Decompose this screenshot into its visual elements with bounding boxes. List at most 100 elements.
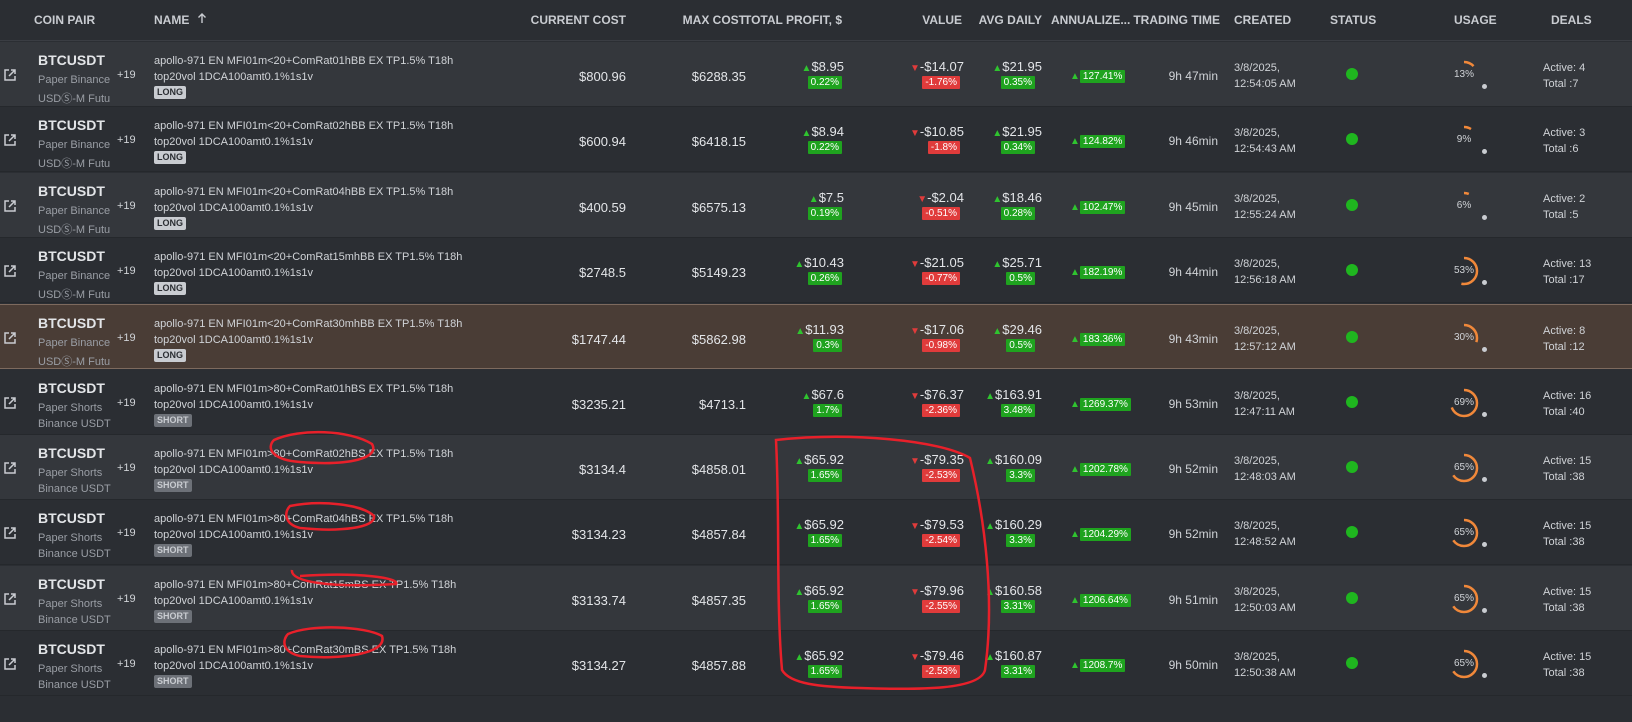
annualized: ▲ 127.41% (1070, 66, 1126, 84)
header-current-cost[interactable]: CURRENT COST (531, 13, 626, 27)
profit-amount: $11.93 (805, 322, 844, 337)
current-cost: $800.96 (579, 69, 626, 84)
bot-name-line-1[interactable]: apollo-971 EN MFI01m<20+ComRat04hBB EX T… (154, 186, 453, 198)
table-row[interactable]: BTCUSDT Paper Shorts Binance USDT +19 apollo… (0, 500, 1632, 565)
bot-name-line-1[interactable]: apollo-971 EN MFI01m>80+ComRat01hBS EX T… (154, 383, 453, 395)
header-created[interactable]: CREATED (1234, 13, 1291, 27)
open-link-icon[interactable] (3, 396, 17, 410)
header-value[interactable]: VALUE (922, 13, 962, 27)
table-row[interactable]: BTCUSDT Paper Binance USDⓈ-M Futu +19 apollo… (0, 173, 1632, 238)
table-row[interactable]: BTCUSDT Paper Shorts Binance USDT +19 apollo… (0, 435, 1632, 500)
open-link-icon[interactable] (3, 331, 17, 345)
triangle-down-icon: ▼ (910, 652, 920, 663)
status-indicator (1346, 199, 1358, 211)
open-link-icon[interactable] (3, 657, 17, 671)
trading-time: 9h 47min (1168, 69, 1218, 83)
header-trading-time[interactable]: TRADING TIME (1133, 13, 1220, 27)
table-row[interactable]: BTCUSDT Paper Binance USDⓈ-M Futu +19 apollo… (0, 42, 1632, 107)
open-link-icon[interactable] (3, 461, 17, 475)
bot-name-line-2: top20vol 1DCA100amt0.1%1s1v (154, 595, 313, 607)
pair-count[interactable]: +19 (117, 462, 136, 474)
triangle-down-icon: ▼ (910, 63, 920, 74)
exchange-line-2: USDⓈ-M Futu (38, 289, 111, 301)
table-row[interactable]: BTCUSDT Paper Binance USDⓈ-M Futu +19 apollo… (0, 107, 1632, 172)
value-amount: ▼-$79.35 (910, 452, 964, 467)
pair-count[interactable]: +19 (117, 134, 136, 146)
header-deals[interactable]: DEALS (1551, 13, 1592, 27)
total-profit: ▲$65.92 (794, 517, 844, 532)
deals-active: Active: 2 (1543, 193, 1586, 205)
table-row[interactable]: BTCUSDT Paper Binance USDⓈ-M Futu +19 apollo… (0, 238, 1632, 303)
value-text: -$10.85 (919, 124, 964, 139)
pair-count[interactable]: +19 (117, 593, 136, 605)
pair-count[interactable]: +19 (117, 200, 136, 212)
bot-name-line-1[interactable]: apollo-971 EN MFI01m<20+ComRat01hBB EX T… (154, 55, 453, 67)
direction-badge: LONG (154, 86, 186, 99)
triangle-up-icon: ▲ (794, 456, 805, 467)
table-row[interactable]: BTCUSDT Paper Shorts Binance USDT +19 apollo… (0, 370, 1632, 435)
annualized-badge: 1206.64% (1079, 594, 1131, 607)
header-coin-pair[interactable]: COIN PAIR (34, 13, 95, 27)
profit-percent-badge: 1.65% (807, 600, 842, 613)
usage-gauge: 65% (1448, 648, 1487, 680)
header-total-profit[interactable]: TOTAL PROFIT, $ (744, 13, 842, 27)
header-avg-daily[interactable]: AVG DAILY (979, 13, 1042, 27)
table-row[interactable]: BTCUSDT Paper Binance USDⓈ-M Futu +19 apollo… (0, 304, 1632, 369)
pair-count[interactable]: +19 (117, 332, 136, 344)
open-link-icon[interactable] (3, 133, 17, 147)
created-time: 12:48:52 AM (1234, 536, 1296, 548)
usage-dot (1482, 477, 1487, 482)
pair-count[interactable]: +19 (117, 397, 136, 409)
table-row[interactable]: BTCUSDT Paper Shorts Binance USDT +19 apollo… (0, 566, 1632, 631)
pair-count[interactable]: +19 (117, 69, 136, 81)
open-link-icon[interactable] (3, 264, 17, 278)
value-percent-badge: -0.98% (922, 339, 960, 352)
avg-percent-badge: 3.48% (1000, 404, 1035, 417)
open-link-icon[interactable] (3, 68, 17, 82)
trading-time: 9h 43min (1168, 332, 1218, 346)
triangle-up-icon: ▲ (808, 194, 819, 205)
usage-dot (1482, 84, 1487, 89)
bot-name-line-1[interactable]: apollo-971 EN MFI01m>80+ComRat02hBS EX T… (154, 448, 453, 460)
annualized: ▲ 1202.78% (1070, 459, 1131, 477)
usage-percent: 13% (1453, 69, 1474, 80)
annualized: ▲ 1208.7% (1070, 655, 1126, 673)
pair-count[interactable]: +19 (117, 658, 136, 670)
bot-name-line-1[interactable]: apollo-971 EN MFI01m>80+ComRat04hBS EX T… (154, 513, 453, 525)
avg-amount: $25.71 (1002, 255, 1042, 270)
bot-name-line-1[interactable]: apollo-971 EN MFI01m>80+ComRat15mBS EX T… (154, 579, 456, 591)
open-link-icon[interactable] (3, 592, 17, 606)
open-link-icon[interactable] (3, 199, 17, 213)
bot-name-line-1[interactable]: apollo-971 EN MFI01m>80+ComRat30mBS EX T… (154, 644, 456, 656)
profit-percent-badge: 0.22% (807, 141, 842, 154)
header-usage[interactable]: USAGE (1454, 13, 1497, 27)
bot-name-line-1[interactable]: apollo-971 EN MFI01m<20+ComRat15mhBB EX … (154, 251, 462, 263)
header-status[interactable]: STATUS (1330, 13, 1376, 27)
pair-count[interactable]: +19 (117, 265, 136, 277)
triangle-down-icon: ▼ (910, 391, 920, 402)
max-cost: $5862.98 (691, 332, 746, 347)
bot-name-line-1[interactable]: apollo-971 EN MFI01m<20+ComRat30mhBB EX … (154, 318, 462, 330)
exchange-line-2: Binance USDT (38, 548, 111, 560)
avg-amount: $160.87 (995, 648, 1042, 663)
bot-name-line-1[interactable]: apollo-971 EN MFI01m<20+ComRat02hBB EX T… (154, 120, 453, 132)
table-row[interactable]: BTCUSDT Paper Shorts Binance USDT +19 apollo… (0, 631, 1632, 696)
avg-percent-badge: 3.3% (1006, 469, 1035, 482)
avg-amount: $21.95 (1002, 59, 1042, 74)
header-annualized[interactable]: ANNUALIZE... (1051, 13, 1130, 27)
bot-name-line-2: top20vol 1DCA100amt0.1%1s1v (154, 71, 313, 83)
header-name[interactable]: NAME (154, 13, 207, 27)
open-link-icon[interactable] (3, 526, 17, 540)
pair-count[interactable]: +19 (117, 527, 136, 539)
deals-total: Total :7 (1543, 78, 1579, 90)
avg-amount: $29.46 (1002, 322, 1042, 337)
header-max-cost[interactable]: MAX COST (683, 13, 746, 27)
triangle-up-icon: ▲ (985, 391, 995, 402)
usage-dot (1482, 412, 1487, 417)
coin-pair: BTCUSDT (38, 52, 105, 68)
deals-total: Total :40 (1543, 406, 1585, 418)
value-percent-badge: -2.54% (922, 534, 960, 547)
annualized-badge: 1204.29% (1079, 528, 1131, 541)
current-cost: $1747.44 (571, 332, 626, 347)
triangle-up-icon: ▲ (1070, 660, 1080, 671)
